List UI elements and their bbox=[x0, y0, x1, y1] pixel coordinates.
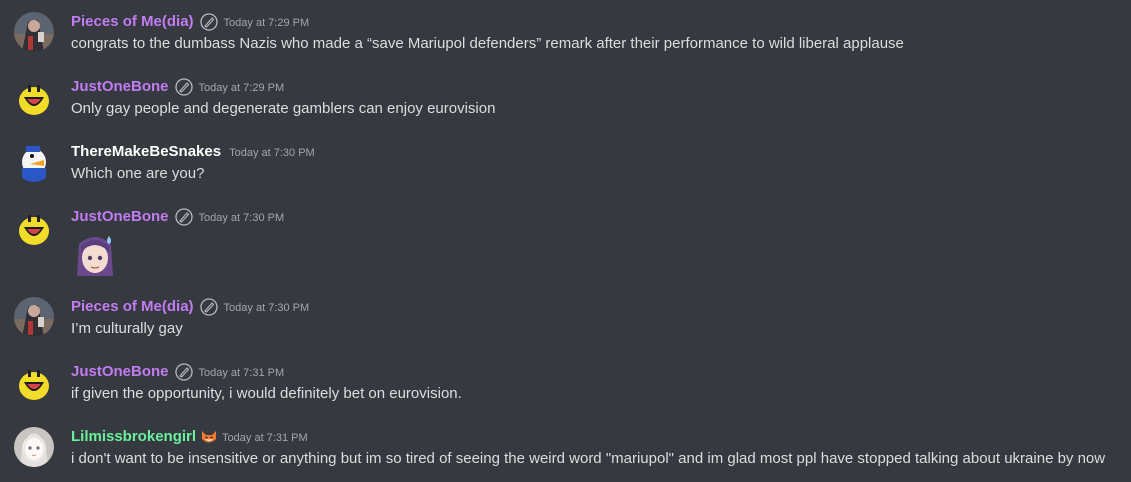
avatar[interactable] bbox=[14, 297, 54, 337]
message-header: Lilmissbrokengirl Today at 7:31 PM bbox=[71, 426, 308, 448]
avatar[interactable] bbox=[14, 427, 54, 467]
timestamp[interactable]: Today at 7:29 PM bbox=[199, 77, 285, 99]
username[interactable]: Pieces of Me(dia) bbox=[71, 296, 194, 318]
username[interactable]: ThereMakeBeSnakes bbox=[71, 141, 221, 163]
pen-badge-icon[interactable] bbox=[199, 13, 218, 31]
timestamp[interactable]: Today at 7:30 PM bbox=[229, 142, 315, 164]
message-text: I’m culturally gay bbox=[71, 320, 183, 337]
message-text: Which one are you? bbox=[71, 165, 205, 182]
message-text: if given the opportunity, i would defini… bbox=[71, 385, 462, 402]
anime-sweat-emoji[interactable] bbox=[71, 230, 119, 278]
message-header: JustOneBone Today at 7:31 PM bbox=[71, 361, 284, 383]
chat-messages: Pieces of Me(dia) Today at 7:29 PM congr… bbox=[0, 0, 1131, 482]
timestamp[interactable]: Today at 7:30 PM bbox=[199, 207, 285, 229]
username[interactable]: JustOneBone bbox=[71, 361, 169, 383]
avatar[interactable] bbox=[14, 362, 54, 402]
avatar[interactable] bbox=[14, 207, 54, 247]
pen-badge-icon[interactable] bbox=[199, 298, 218, 316]
pen-badge-icon[interactable] bbox=[174, 208, 193, 226]
timestamp[interactable]: Today at 7:30 PM bbox=[224, 297, 310, 319]
message-header: ThereMakeBeSnakes Today at 7:30 PM bbox=[71, 141, 315, 163]
timestamp[interactable]: Today at 7:31 PM bbox=[222, 427, 308, 449]
message-header: Pieces of Me(dia) Today at 7:30 PM bbox=[71, 296, 309, 318]
username[interactable]: Lilmissbrokengirl bbox=[71, 426, 196, 448]
timestamp[interactable]: Today at 7:29 PM bbox=[224, 12, 310, 34]
avatar[interactable] bbox=[14, 12, 54, 52]
message-text: congrats to the dumbass Nazis who made a… bbox=[71, 35, 904, 52]
message-header: JustOneBone Today at 7:29 PM bbox=[71, 76, 284, 98]
username[interactable]: JustOneBone bbox=[71, 206, 169, 228]
avatar[interactable] bbox=[14, 142, 54, 182]
message-header: JustOneBone Today at 7:30 PM bbox=[71, 206, 284, 228]
message-header: Pieces of Me(dia) Today at 7:29 PM bbox=[71, 11, 309, 33]
pen-badge-icon[interactable] bbox=[174, 363, 193, 381]
pen-badge-icon[interactable] bbox=[174, 78, 193, 96]
timestamp[interactable]: Today at 7:31 PM bbox=[199, 362, 285, 384]
fox-badge-icon[interactable] bbox=[200, 428, 218, 446]
avatar[interactable] bbox=[14, 77, 54, 117]
username[interactable]: Pieces of Me(dia) bbox=[71, 11, 194, 33]
message-text: Only gay people and degenerate gamblers … bbox=[71, 100, 496, 117]
username[interactable]: JustOneBone bbox=[71, 76, 169, 98]
message-text: i don't want to be insensitive or anythi… bbox=[71, 450, 1106, 467]
